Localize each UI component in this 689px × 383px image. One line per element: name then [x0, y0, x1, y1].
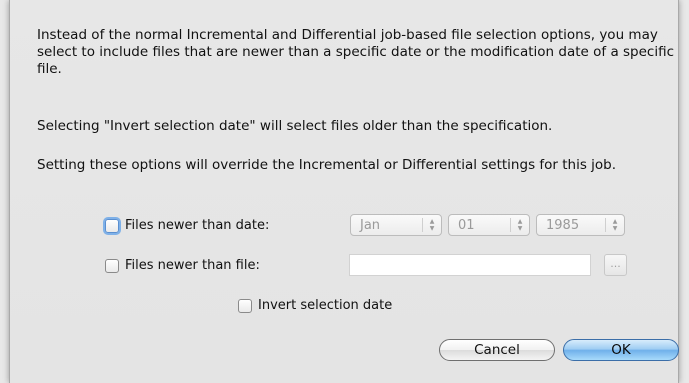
down-arrow-icon[interactable]: ▼ — [613, 225, 618, 232]
day-stepper[interactable]: 01 ▲ ▼ — [448, 214, 530, 236]
file-path-input[interactable] — [349, 254, 591, 276]
day-stepper-arrows[interactable]: ▲ ▼ — [511, 218, 529, 232]
day-value: 01 — [458, 217, 475, 233]
newer-than-date-label: Files newer than date: — [125, 218, 270, 233]
up-arrow-icon[interactable]: ▲ — [430, 218, 435, 225]
year-value: 1985 — [546, 217, 580, 233]
invert-selection-label: Invert selection date — [258, 298, 393, 313]
cancel-button[interactable]: Cancel — [439, 339, 555, 361]
newer-than-file-label: Files newer than file: — [125, 258, 260, 273]
newer-than-date-checkbox[interactable] — [105, 218, 119, 233]
month-value: Jan — [360, 217, 381, 233]
newer-than-file-option[interactable]: Files newer than file: — [105, 258, 260, 273]
year-stepper[interactable]: 1985 ▲ ▼ — [536, 214, 625, 236]
newer-than-date-option[interactable]: Files newer than date: — [105, 218, 269, 233]
year-stepper-arrows[interactable]: ▲ ▼ — [606, 218, 624, 232]
description-paragraph-1: Instead of the normal Incremental and Di… — [37, 27, 675, 77]
up-arrow-icon[interactable]: ▲ — [613, 218, 618, 225]
browse-file-button[interactable]: ... — [604, 254, 627, 276]
invert-selection-checkbox[interactable] — [238, 298, 252, 313]
down-arrow-icon[interactable]: ▼ — [518, 225, 523, 232]
month-stepper-arrows[interactable]: ▲ ▼ — [423, 218, 441, 232]
up-arrow-icon[interactable]: ▲ — [518, 218, 523, 225]
description-paragraph-2: Selecting "Invert selection date" will s… — [37, 118, 553, 134]
ok-button[interactable]: OK — [563, 339, 679, 361]
description-paragraph-3: Setting these options will override the … — [37, 157, 617, 173]
dialog-sheet: Instead of the normal Incremental and Di… — [9, 0, 679, 383]
month-stepper[interactable]: Jan ▲ ▼ — [350, 214, 442, 236]
down-arrow-icon[interactable]: ▼ — [430, 225, 435, 232]
newer-than-file-checkbox[interactable] — [105, 258, 119, 273]
invert-selection-option[interactable]: Invert selection date — [238, 298, 392, 313]
